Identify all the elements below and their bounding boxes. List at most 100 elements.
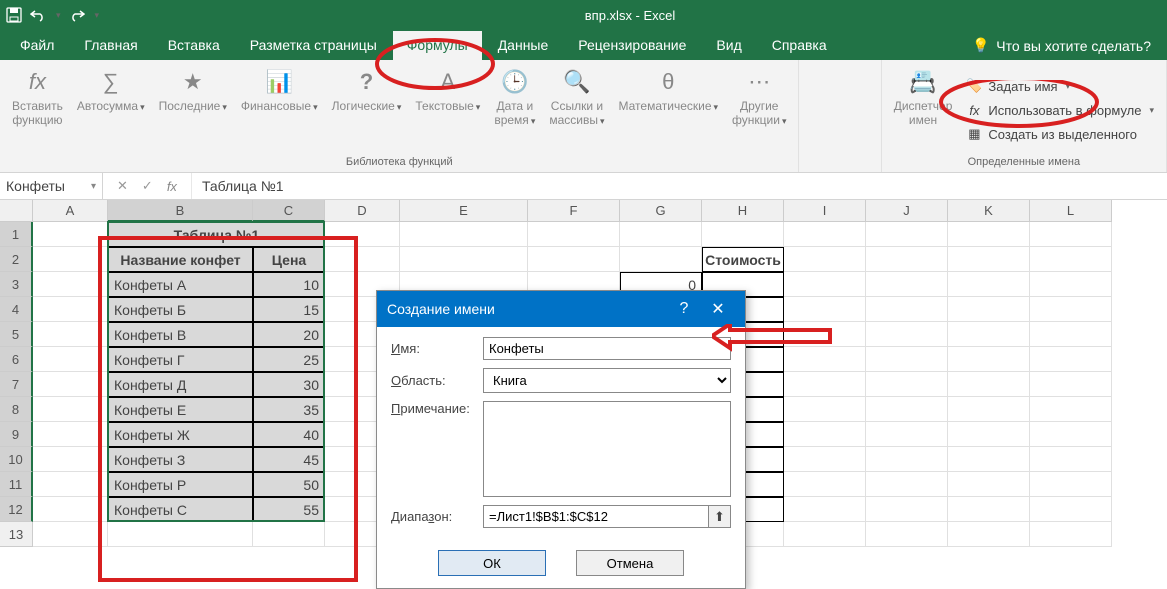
row-header-2[interactable]: 2 — [0, 247, 33, 272]
text-a-icon: A — [432, 66, 464, 98]
group-label-names: Определенные имена — [888, 156, 1160, 170]
row-header-4[interactable]: 4 — [0, 297, 33, 322]
recent-functions-button[interactable]: ★ Последние▾ — [153, 64, 233, 156]
table-row[interactable]: 40 — [253, 422, 325, 447]
ok-button[interactable]: ОК — [438, 550, 546, 576]
tell-me-search[interactable]: 💡 Что вы хотите сделать? — [962, 37, 1161, 60]
name-input[interactable] — [483, 337, 731, 360]
table-row[interactable]: 45 — [253, 447, 325, 472]
table-row[interactable]: Конфеты З — [108, 447, 253, 472]
row-header-11[interactable]: 11 — [0, 472, 33, 497]
table-row[interactable]: Конфеты Е — [108, 397, 253, 422]
row-header-5[interactable]: 5 — [0, 322, 33, 347]
worksheet[interactable]: ABCDEFGHIJKL12345678910111213Таблица №1Н… — [0, 200, 1167, 222]
bulb-icon: 💡 — [972, 37, 988, 54]
table-row[interactable]: Конфеты А — [108, 272, 253, 297]
row-header-7[interactable]: 7 — [0, 372, 33, 397]
table-row[interactable]: 10 — [253, 272, 325, 297]
table-row[interactable]: 50 — [253, 472, 325, 497]
column-header-L[interactable]: L — [1030, 200, 1112, 222]
tab-data[interactable]: Данные — [484, 31, 563, 60]
column-header-C[interactable]: C — [253, 200, 325, 222]
range-picker-button[interactable]: ⬆ — [709, 505, 731, 528]
define-name-button[interactable]: 🏷️ Задать имя ▾ — [960, 75, 1160, 97]
more-functions-button[interactable]: ⋯ Другиефункции▾ — [726, 64, 792, 156]
row-header-6[interactable]: 6 — [0, 347, 33, 372]
lookup-button[interactable]: 🔍 Ссылки имассивы▾ — [543, 64, 610, 156]
name-manager-button[interactable]: 📇 Диспетчеримен — [888, 64, 959, 156]
table-row[interactable]: Конфеты В — [108, 322, 253, 347]
column-header-E[interactable]: E — [400, 200, 528, 222]
column-header-K[interactable]: K — [948, 200, 1030, 222]
row-header-3[interactable]: 3 — [0, 272, 33, 297]
row-header-8[interactable]: 8 — [0, 397, 33, 422]
dialog-help-button[interactable]: ? — [667, 297, 701, 321]
column-header-J[interactable]: J — [866, 200, 948, 222]
row-header-12[interactable]: 12 — [0, 497, 33, 522]
table-row[interactable]: Конфеты С — [108, 497, 253, 522]
text-functions-button[interactable]: A Текстовые▾ — [409, 64, 486, 156]
column-header-D[interactable]: D — [325, 200, 400, 222]
table1-header-price[interactable]: Цена — [253, 247, 325, 272]
more-icon: ⋯ — [743, 66, 775, 98]
cancel-button[interactable]: Отмена — [576, 550, 684, 576]
tab-formulas[interactable]: Формулы — [393, 31, 482, 60]
date-time-button[interactable]: 🕒 Дата ивремя▾ — [488, 64, 541, 156]
table-row[interactable]: Конфеты Б — [108, 297, 253, 322]
table-row[interactable]: 25 — [253, 347, 325, 372]
table-row[interactable]: 20 — [253, 322, 325, 347]
tab-page-layout[interactable]: Разметка страницы — [236, 31, 391, 60]
table1-header-name[interactable]: Название конфет — [108, 247, 253, 272]
tab-view[interactable]: Вид — [702, 31, 755, 60]
table-row[interactable]: 55 — [253, 497, 325, 522]
tab-home[interactable]: Главная — [70, 31, 151, 60]
create-from-selection-button[interactable]: ▦ Создать из выделенного — [960, 123, 1160, 145]
table-row[interactable]: Конфеты Д — [108, 372, 253, 397]
dialog-titlebar[interactable]: Создание имени ? ✕ — [377, 291, 745, 327]
save-icon[interactable] — [6, 7, 22, 23]
row-header-10[interactable]: 10 — [0, 447, 33, 472]
tab-insert[interactable]: Вставка — [154, 31, 234, 60]
tab-help[interactable]: Справка — [758, 31, 841, 60]
row-header-1[interactable]: 1 — [0, 222, 33, 247]
undo-icon[interactable] — [30, 7, 46, 23]
use-in-formula-button[interactable]: fx Использовать в формуле ▾ — [960, 99, 1160, 121]
range-input[interactable] — [483, 505, 709, 528]
financial-icon: 📊 — [263, 66, 295, 98]
column-header-A[interactable]: A — [33, 200, 108, 222]
math-button[interactable]: θ Математические▾ — [613, 64, 725, 156]
comment-textarea[interactable] — [483, 401, 731, 497]
select-all-corner[interactable] — [0, 200, 33, 222]
table-row[interactable]: Конфеты Р — [108, 472, 253, 497]
redo-icon[interactable] — [69, 7, 85, 23]
table-row[interactable]: Конфеты Ж — [108, 422, 253, 447]
fx-label-icon[interactable]: fx — [167, 179, 177, 194]
insert-function-button[interactable]: fx Вставитьфункцию — [6, 64, 69, 156]
tab-review[interactable]: Рецензирование — [564, 31, 700, 60]
enter-check-icon[interactable]: ✓ — [142, 178, 153, 194]
column-header-I[interactable]: I — [784, 200, 866, 222]
table-row[interactable]: 15 — [253, 297, 325, 322]
logical-button[interactable]: ? Логические▾ — [326, 64, 408, 156]
table-row[interactable]: Конфеты Г — [108, 347, 253, 372]
scope-select[interactable]: Книга — [483, 368, 731, 393]
table-row[interactable]: 30 — [253, 372, 325, 397]
column-header-F[interactable]: F — [528, 200, 620, 222]
table-row[interactable]: 35 — [253, 397, 325, 422]
formula-input[interactable]: Таблица №1 — [192, 178, 1167, 194]
table2-header-cost[interactable]: Стоимость — [702, 247, 784, 272]
row-header-13[interactable]: 13 — [0, 522, 33, 547]
row-header-9[interactable]: 9 — [0, 422, 33, 447]
dialog-close-button[interactable]: ✕ — [701, 297, 735, 321]
undo-dropdown-icon[interactable]: ▾ — [56, 10, 61, 21]
financial-button[interactable]: 📊 Финансовые▾ — [235, 64, 324, 156]
column-header-H[interactable]: H — [702, 200, 784, 222]
column-header-G[interactable]: G — [620, 200, 702, 222]
autosum-button[interactable]: ∑ Автосумма▾ — [71, 64, 151, 156]
tab-file[interactable]: Файл — [6, 31, 68, 60]
cancel-x-icon[interactable]: ✕ — [117, 178, 128, 194]
name-box[interactable]: Конфеты — [0, 173, 103, 199]
column-header-B[interactable]: B — [108, 200, 253, 222]
dialog-body: Имя: Область: Книга Примечание: Диапазон… — [377, 327, 745, 546]
table1-title[interactable]: Таблица №1 — [108, 222, 325, 247]
